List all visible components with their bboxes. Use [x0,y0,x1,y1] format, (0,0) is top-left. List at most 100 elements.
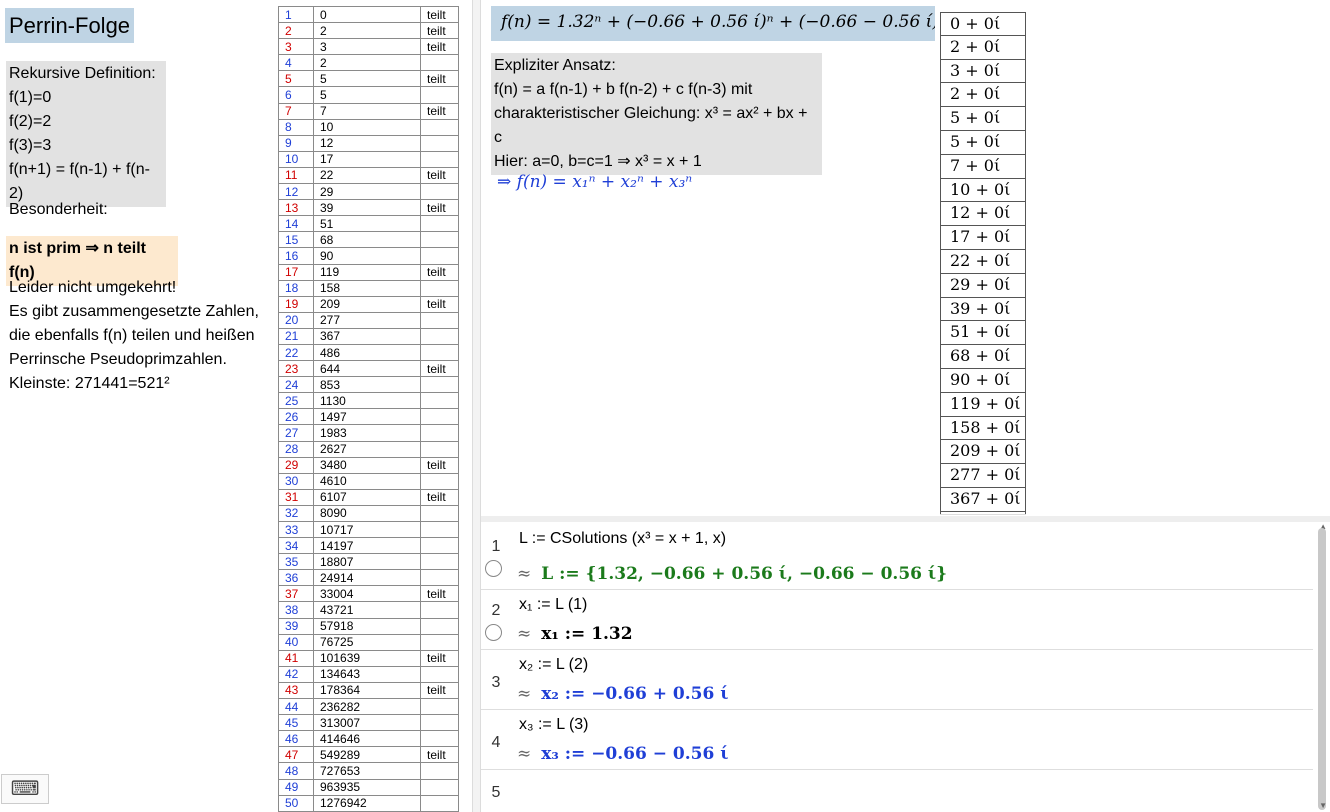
divides-cell[interactable]: teilt [420,360,459,378]
value-cell[interactable]: 5 [313,86,421,104]
divides-cell[interactable] [420,537,459,555]
index-cell[interactable]: 44 [278,698,314,716]
table-row[interactable]: 5 5 teilt [278,70,459,88]
divides-cell[interactable] [420,472,459,490]
index-cell[interactable]: 31 [278,488,314,506]
divides-cell[interactable] [420,714,459,732]
table-row[interactable]: 49 963935 [278,778,459,796]
divides-cell[interactable] [420,553,459,571]
index-cell[interactable]: 3 [278,38,314,56]
table-row[interactable]: 42 134643 [278,665,459,683]
value-cell[interactable]: 644 [313,360,421,378]
value-cell[interactable]: 1276942 [313,794,421,812]
divides-cell[interactable] [420,118,459,136]
table-row[interactable]: 13 39 teilt [278,199,459,217]
index-cell[interactable]: 22 [278,343,314,362]
value-cell[interactable]: 3480 [313,456,421,474]
divides-cell[interactable] [420,327,459,345]
divides-cell[interactable]: teilt [420,22,459,40]
value-cell[interactable]: 22 [313,166,421,185]
table-row[interactable]: 18 158 [278,279,459,297]
visibility-toggle[interactable] [485,560,502,577]
keyboard-icon[interactable]: ⌨ [1,774,49,804]
divides-cell[interactable] [420,231,459,249]
value-cell[interactable]: 5 [313,70,421,88]
list-item[interactable]: 2 + 0ί [940,35,1026,60]
divides-cell[interactable] [420,520,459,539]
table-row[interactable]: 3 3 teilt [278,38,459,56]
cas-view[interactable]: 1 L := CSolutions (x³ = x + 1, x) ≈ L := … [481,516,1330,812]
divides-cell[interactable] [420,633,459,651]
divides-cell[interactable] [420,311,459,329]
index-cell[interactable]: 20 [278,311,314,329]
table-row[interactable]: 9 12 [278,134,459,152]
value-cell[interactable]: 10717 [313,520,421,539]
table-row[interactable]: 26 1497 [278,408,459,426]
divides-cell[interactable]: teilt [420,102,459,120]
value-cell[interactable]: 17 [313,150,421,168]
table-row[interactable]: 50 1276942 [278,794,459,812]
value-cell[interactable]: 178364 [313,681,421,700]
value-cell[interactable]: 1497 [313,408,421,426]
table-row[interactable]: 48 727653 [278,762,459,780]
value-cell[interactable]: 18807 [313,553,421,571]
value-cell[interactable]: 39 [313,199,421,217]
value-cell[interactable]: 8090 [313,504,421,523]
divides-cell[interactable] [420,183,459,201]
value-cell[interactable]: 853 [313,376,421,394]
cas-input[interactable]: L := CSolutions (x³ = x + 1, x) [519,530,726,548]
divides-cell[interactable] [420,424,459,442]
divides-cell[interactable]: teilt [420,295,459,313]
cas-row[interactable]: 2 x₁ := L (1) ≈ x₁ := 1.32 [481,590,1313,650]
value-cell[interactable]: 14197 [313,537,421,555]
value-cell[interactable]: 12 [313,134,421,152]
index-cell[interactable]: 25 [278,392,314,410]
table-row[interactable]: 22 486 [278,343,459,362]
divides-cell[interactable] [420,665,459,683]
table-row[interactable]: 21 367 [278,327,459,345]
cas-row[interactable]: 3 x₂ := L (2) ≈ x₂ := −0.66 + 0.56 ί [481,650,1313,710]
table-row[interactable]: 23 644 teilt [278,360,459,378]
index-cell[interactable]: 15 [278,231,314,249]
divides-cell[interactable] [420,150,459,168]
divides-cell[interactable] [420,343,459,362]
visibility-toggle[interactable] [485,624,502,641]
divides-cell[interactable] [420,601,459,619]
index-cell[interactable]: 49 [278,778,314,796]
table-row[interactable]: 2 2 teilt [278,22,459,40]
table-row[interactable]: 19 209 teilt [278,295,459,313]
index-cell[interactable]: 29 [278,456,314,474]
index-cell[interactable]: 48 [278,762,314,780]
divides-cell[interactable] [420,504,459,523]
list-item[interactable]: 3 + 0ί [940,59,1026,84]
values-list-table[interactable]: 0 + 0ί 2 + 0ί 3 + 0ί 2 + 0ί 5 + 0ί 5 + 0ί 7 + … [940,12,1026,515]
list-item[interactable]: 29 + 0ί [940,273,1026,298]
value-cell[interactable]: 51 [313,215,421,233]
table-row[interactable]: 35 18807 [278,553,459,571]
index-cell[interactable]: 32 [278,504,314,523]
list-item[interactable]: 17 + 0ί [940,226,1026,250]
index-cell[interactable]: 17 [278,263,314,281]
index-cell[interactable]: 39 [278,617,314,635]
list-item[interactable]: 7 + 0ί [940,154,1026,179]
divides-cell[interactable] [420,794,459,812]
index-cell[interactable]: 37 [278,585,314,603]
list-item[interactable]: 22 + 0ί [940,249,1026,274]
divides-cell[interactable]: teilt [420,649,459,667]
list-item[interactable]: 0 + 0ί [940,12,1026,36]
divides-cell[interactable]: teilt [420,681,459,700]
value-cell[interactable]: 6107 [313,488,421,506]
index-cell[interactable]: 38 [278,601,314,619]
table-row[interactable]: 16 90 [278,247,459,265]
scroll-down-icon[interactable]: ▼ [1319,801,1327,810]
table-row[interactable]: 34 14197 [278,537,459,555]
table-row[interactable]: 8 10 [278,118,459,136]
table-row[interactable]: 10 17 [278,150,459,168]
value-cell[interactable]: 4610 [313,472,421,490]
divides-cell[interactable] [420,617,459,635]
divides-cell[interactable] [420,215,459,233]
index-cell[interactable]: 1 [278,5,314,24]
value-cell[interactable]: 119 [313,263,421,281]
divides-cell[interactable] [420,698,459,716]
table-row[interactable]: 7 7 teilt [278,102,459,120]
